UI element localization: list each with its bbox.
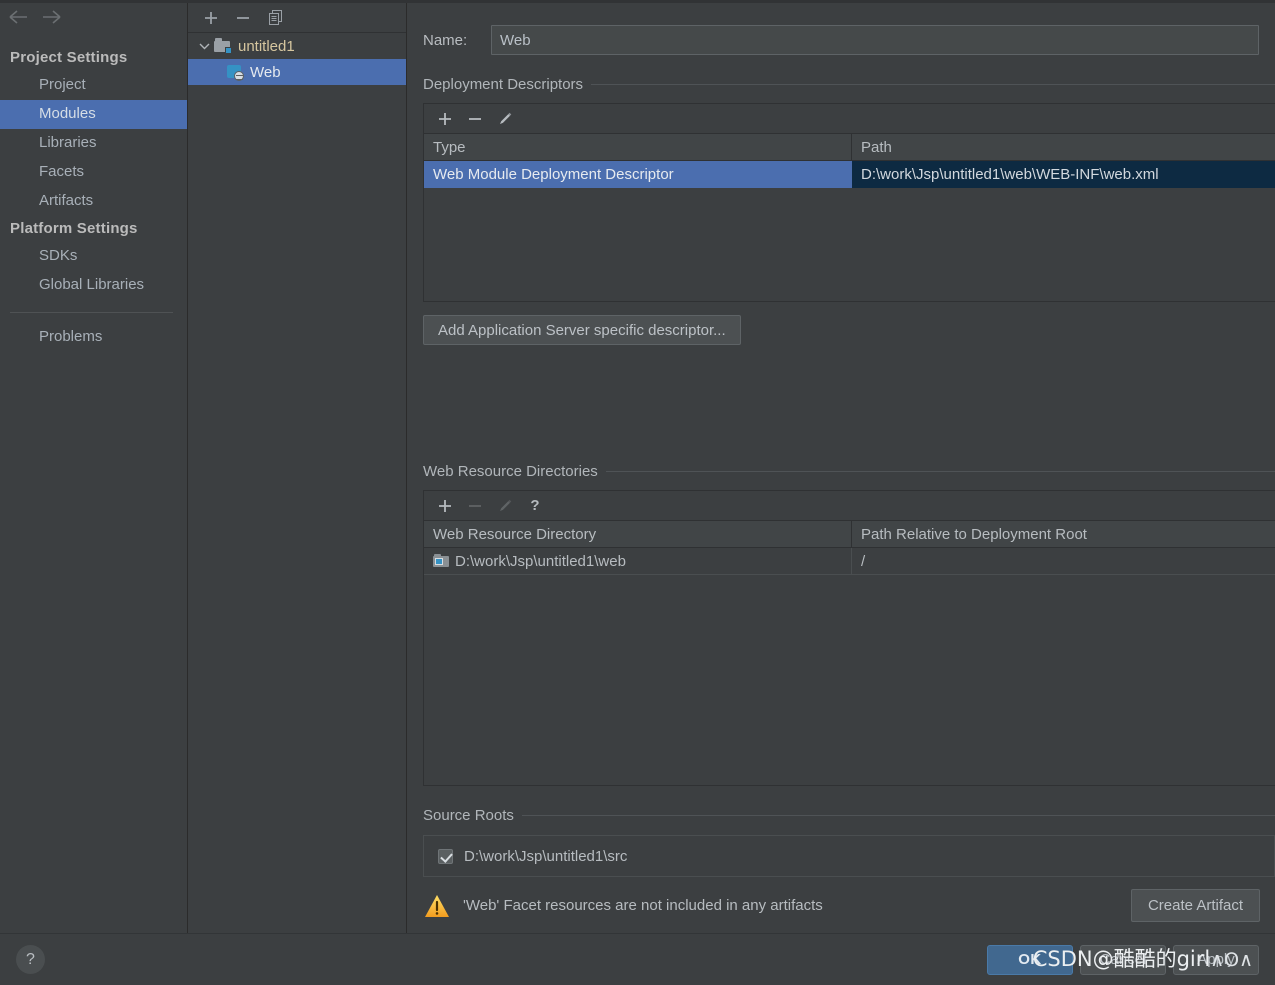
plus-icon[interactable] xyxy=(432,108,458,130)
artifact-warning-row: 'Web' Facet resources are not included i… xyxy=(423,889,1275,922)
arrow-right-icon[interactable] xyxy=(42,7,62,27)
sidebar-item-facets[interactable]: Facets xyxy=(0,158,187,187)
sidebar-item-sdks[interactable]: SDKs xyxy=(0,242,187,271)
settings-sidebar: Project Settings Project Modules Librari… xyxy=(0,3,188,933)
sidebar-group-platform-settings: Platform Settings xyxy=(10,220,138,237)
create-artifact-button[interactable]: Create Artifact xyxy=(1130,889,1260,922)
pencil-icon[interactable] xyxy=(492,108,518,130)
tree-node-untitled1[interactable]: untitled1 xyxy=(188,33,406,59)
tree-node-label: Web xyxy=(250,63,281,81)
column-header-path-relative[interactable]: Path Relative to Deployment Root xyxy=(852,521,1275,547)
sidebar-divider xyxy=(10,312,173,313)
sidebar-items: Project Settings Project Modules Librari… xyxy=(0,31,187,352)
web-facet-icon xyxy=(226,64,244,81)
modules-tree-panel: untitled1 Web xyxy=(188,3,407,933)
web-resource-directories-toolbar: ? xyxy=(424,491,1275,521)
apply-button[interactable]: Apply xyxy=(1173,944,1259,975)
name-row: Name: xyxy=(423,25,1275,55)
tree-node-web[interactable]: Web xyxy=(188,59,406,85)
modules-tree: untitled1 Web xyxy=(188,33,406,933)
modules-tree-toolbar xyxy=(188,3,406,33)
cell-web-resource-directory: D:\work\Jsp\untitled1\web xyxy=(424,548,852,574)
artifact-warning-text: 'Web' Facet resources are not included i… xyxy=(463,897,823,914)
section-header: Web Resource Directories xyxy=(423,463,1275,480)
deployment-descriptors-toolbar xyxy=(424,104,1275,134)
help-icon[interactable]: ? xyxy=(522,495,548,517)
plus-icon[interactable] xyxy=(198,7,224,29)
deployment-descriptors-table-block: Type Path Web Module Deployment Descript… xyxy=(423,103,1275,302)
project-structure-dialog: Project Settings Project Modules Librari… xyxy=(0,0,1275,985)
web-resource-directories-table-block: ? Web Resource Directory Path Relative t… xyxy=(423,490,1275,786)
web-directory-icon xyxy=(433,554,449,568)
source-roots-list: D:\work\Jsp\untitled1\src xyxy=(423,835,1275,877)
source-root-path: D:\work\Jsp\untitled1\src xyxy=(464,847,628,865)
module-folder-icon xyxy=(214,38,232,54)
web-resource-directories-section: Web Resource Directories ? Web Resource … xyxy=(423,463,1275,786)
section-header: Source Roots xyxy=(423,807,1275,824)
section-rule xyxy=(605,471,1275,472)
facet-settings-panel: Name: Deployment Descriptors xyxy=(407,3,1275,933)
column-header-path[interactable]: Path xyxy=(852,134,1275,160)
cell-text: D:\work\Jsp\untitled1\web xyxy=(455,552,626,570)
sidebar-item-project[interactable]: Project xyxy=(0,71,187,100)
sidebar-item-problems[interactable]: Problems xyxy=(0,323,187,352)
chevron-down-icon[interactable] xyxy=(196,38,212,54)
minus-icon[interactable] xyxy=(462,108,488,130)
section-header: Deployment Descriptors xyxy=(423,76,1275,93)
pencil-icon xyxy=(492,495,518,517)
table-row[interactable]: Web Module Deployment Descriptor D:\work… xyxy=(424,161,1275,188)
deployment-descriptors-header-row: Type Path xyxy=(424,134,1275,161)
plus-icon[interactable] xyxy=(432,495,458,517)
deployment-descriptors-empty-area xyxy=(424,188,1275,301)
section-title: Deployment Descriptors xyxy=(423,76,584,93)
add-server-descriptor-wrap: Add Application Server specific descript… xyxy=(423,315,1275,345)
section-rule xyxy=(591,84,1275,85)
column-header-web-resource-directory[interactable]: Web Resource Directory xyxy=(424,521,852,547)
web-resource-directories-header-row: Web Resource Directory Path Relative to … xyxy=(424,521,1275,548)
table-row[interactable]: D:\work\Jsp\untitled1\web / xyxy=(424,548,1275,575)
source-root-checkbox[interactable] xyxy=(438,848,453,864)
cell-type: Web Module Deployment Descriptor xyxy=(424,161,852,188)
copy-icon[interactable] xyxy=(262,7,288,29)
sidebar-nav-arrows xyxy=(0,3,187,31)
sidebar-item-modules[interactable]: Modules xyxy=(0,100,187,129)
column-header-type[interactable]: Type xyxy=(424,134,852,160)
cancel-button[interactable]: Cancel xyxy=(1080,944,1166,975)
section-title: Source Roots xyxy=(423,807,514,824)
arrow-left-icon[interactable] xyxy=(8,7,28,27)
dialog-button-bar: ? OK Cancel Apply CSDN@酷酷的girl∧O∧ xyxy=(0,933,1275,985)
minus-icon xyxy=(462,495,488,517)
section-rule xyxy=(521,815,1275,816)
cell-path: D:\work\Jsp\untitled1\web\WEB-INF\web.xm… xyxy=(852,161,1275,188)
sidebar-item-libraries[interactable]: Libraries xyxy=(0,129,187,158)
name-label: Name: xyxy=(423,31,468,49)
sidebar-item-global-libraries[interactable]: Global Libraries xyxy=(0,271,187,300)
warning-triangle-icon xyxy=(423,893,451,919)
web-resource-directories-empty-area xyxy=(424,575,1275,785)
source-roots-section: Source Roots D:\work\Jsp\untitled1\src xyxy=(423,807,1275,877)
tree-node-label: untitled1 xyxy=(238,37,295,55)
minus-icon[interactable] xyxy=(230,7,256,29)
cell-relative-path: / xyxy=(861,552,866,570)
ok-button[interactable]: OK xyxy=(987,944,1073,975)
sidebar-item-artifacts[interactable]: Artifacts xyxy=(0,187,187,216)
sidebar-group-project-settings: Project Settings xyxy=(10,49,128,66)
deployment-descriptors-section: Deployment Descriptors Type Path Web Mod… xyxy=(423,76,1275,345)
name-input[interactable] xyxy=(491,25,1259,55)
dialog-body: Project Settings Project Modules Librari… xyxy=(0,3,1275,933)
dialog-actions: OK Cancel Apply xyxy=(987,944,1259,975)
section-title: Web Resource Directories xyxy=(423,463,598,480)
add-application-server-descriptor-button[interactable]: Add Application Server specific descript… xyxy=(423,315,741,345)
question-mark-icon[interactable]: ? xyxy=(16,945,45,974)
